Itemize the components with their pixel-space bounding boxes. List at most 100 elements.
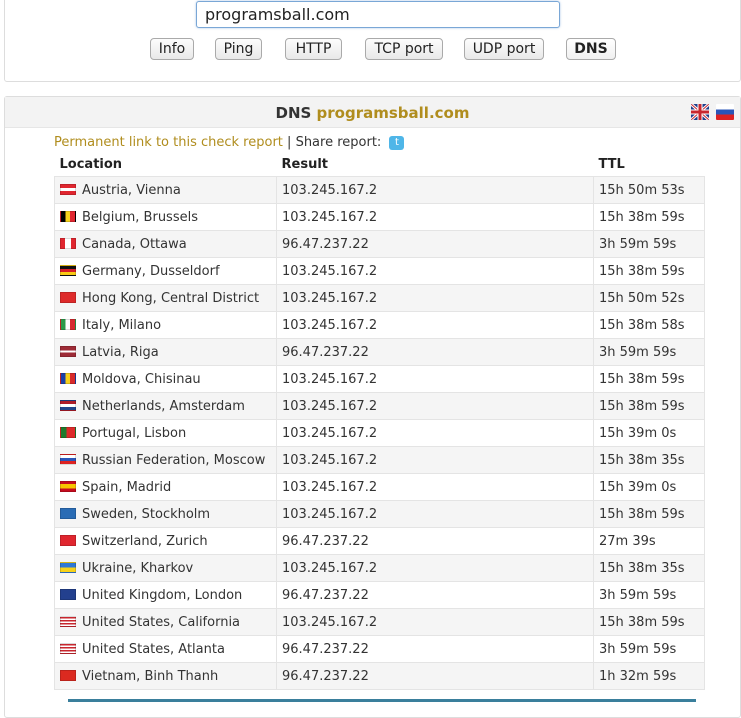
result-cell: 96.47.237.22 bbox=[276, 581, 594, 609]
ttl-cell: 15h 39m 0s bbox=[593, 419, 705, 447]
table-row: Spain, Madrid 103.245.167.2 15h 39m 0s bbox=[54, 473, 705, 501]
location-cell: Italy, Milano bbox=[54, 311, 277, 339]
location-cell: Canada, Ottawa bbox=[54, 230, 277, 258]
result-cell: 103.245.167.2 bbox=[276, 284, 594, 312]
se-flag-icon bbox=[60, 507, 76, 519]
english-flag-icon[interactable] bbox=[691, 104, 709, 120]
dns-results-table: Location Result TTL Austria, Vienna 103.2… bbox=[54, 152, 705, 690]
location-text: Latvia, Riga bbox=[82, 344, 159, 360]
report-links: Permanent link to this check report | Sh… bbox=[54, 135, 405, 150]
location-cell: Portugal, Lisbon bbox=[54, 419, 277, 447]
twitter-icon[interactable]: t bbox=[389, 135, 405, 150]
ttl-cell: 15h 38m 59s bbox=[593, 203, 705, 231]
location-cell: Germany, Dusseldorf bbox=[54, 257, 277, 285]
result-cell: 103.245.167.2 bbox=[276, 554, 594, 582]
ttl-cell: 1h 32m 59s bbox=[593, 662, 705, 690]
ping-button[interactable]: Ping bbox=[215, 38, 262, 60]
ch-flag-icon bbox=[60, 534, 76, 546]
result-cell: 96.47.237.22 bbox=[276, 338, 594, 366]
ttl-cell: 15h 39m 0s bbox=[593, 473, 705, 501]
table-row: Sweden, Stockholm 103.245.167.2 15h 38m 59… bbox=[54, 500, 705, 528]
be-flag-icon bbox=[60, 210, 76, 222]
md-flag-icon bbox=[60, 372, 76, 384]
location-text: Spain, Madrid bbox=[82, 479, 172, 495]
table-row: Russian Federation, Moscow 103.245.167.2 1… bbox=[54, 446, 705, 474]
location-text: United States, Atlanta bbox=[82, 641, 225, 657]
location-text: Hong Kong, Central District bbox=[82, 290, 260, 306]
result-cell: 103.245.167.2 bbox=[276, 608, 594, 636]
us-flag-icon bbox=[60, 642, 76, 654]
ttl-cell: 15h 38m 59s bbox=[593, 608, 705, 636]
table-row: Portugal, Lisbon 103.245.167.2 15h 39m 0s bbox=[54, 419, 705, 447]
table-row: Ukraine, Kharkov 103.245.167.2 15h 38m 35s bbox=[54, 554, 705, 582]
location-cell: Spain, Madrid bbox=[54, 473, 277, 501]
ttl-cell: 15h 38m 58s bbox=[593, 311, 705, 339]
table-row: Switzerland, Zurich 96.47.237.22 27m 39s bbox=[54, 527, 705, 555]
lv-flag-icon bbox=[60, 345, 76, 357]
location-cell: Switzerland, Zurich bbox=[54, 527, 277, 555]
permanent-link[interactable]: Permanent link to this check report bbox=[54, 135, 283, 150]
table-row: Vietnam, Binh Thanh 96.47.237.22 1h 32m 59… bbox=[54, 662, 705, 690]
pt-flag-icon bbox=[60, 426, 76, 438]
nl-flag-icon bbox=[60, 399, 76, 411]
table-row: Latvia, Riga 96.47.237.22 3h 59m 59s bbox=[54, 338, 705, 366]
location-text: Ukraine, Kharkov bbox=[82, 560, 194, 576]
at-flag-icon bbox=[60, 183, 76, 195]
russian-flag-icon[interactable] bbox=[716, 104, 734, 120]
table-row: Hong Kong, Central District 103.245.167.2… bbox=[54, 284, 705, 312]
gb-flag-icon bbox=[60, 588, 76, 600]
result-cell: 103.245.167.2 bbox=[276, 203, 594, 231]
table-row: Netherlands, Amsterdam 103.245.167.2 15h 3… bbox=[54, 392, 705, 420]
location-text: United Kingdom, London bbox=[82, 587, 243, 603]
result-cell: 96.47.237.22 bbox=[276, 527, 594, 555]
result-cell: 103.245.167.2 bbox=[276, 365, 594, 393]
header-location: Location bbox=[59, 156, 123, 172]
result-cell: 103.245.167.2 bbox=[276, 257, 594, 285]
udp-port-button[interactable]: UDP port bbox=[464, 38, 544, 60]
hk-flag-icon bbox=[60, 291, 76, 303]
table-header-row: Location Result TTL bbox=[55, 152, 705, 177]
location-cell: United Kingdom, London bbox=[54, 581, 277, 609]
ttl-cell: 3h 59m 59s bbox=[593, 338, 705, 366]
table-row: United States, California 103.245.167.2 15… bbox=[54, 608, 705, 636]
result-header: DNS programsball.com bbox=[5, 97, 740, 128]
result-cell: 96.47.237.22 bbox=[276, 230, 594, 258]
it-flag-icon bbox=[60, 318, 76, 330]
ttl-cell: 27m 39s bbox=[593, 527, 705, 555]
location-text: United States, California bbox=[82, 614, 241, 630]
result-cell: 96.47.237.22 bbox=[276, 662, 594, 690]
ua-flag-icon bbox=[60, 561, 76, 573]
share-label: Share report: bbox=[295, 135, 382, 150]
location-text: Germany, Dusseldorf bbox=[82, 263, 220, 279]
location-cell: United States, California bbox=[54, 608, 277, 636]
dns-button[interactable]: DNS bbox=[566, 38, 616, 60]
ttl-cell: 3h 59m 59s bbox=[593, 581, 705, 609]
table-row: Moldova, Chisinau 103.245.167.2 15h 38m 59… bbox=[54, 365, 705, 393]
location-text: Italy, Milano bbox=[82, 317, 162, 333]
location-text: Russian Federation, Moscow bbox=[82, 452, 266, 468]
result-cell: 103.245.167.2 bbox=[276, 473, 594, 501]
ttl-cell: 15h 38m 59s bbox=[593, 257, 705, 285]
location-text: Switzerland, Zurich bbox=[82, 533, 208, 549]
ttl-cell: 15h 50m 53s bbox=[593, 176, 705, 204]
vn-flag-icon bbox=[60, 669, 76, 681]
location-text: Austria, Vienna bbox=[82, 182, 181, 198]
result-cell: 103.245.167.2 bbox=[276, 176, 594, 204]
location-cell: Ukraine, Kharkov bbox=[54, 554, 277, 582]
ru-flag-icon bbox=[60, 453, 76, 465]
table-row: Canada, Ottawa 96.47.237.22 3h 59m 59s bbox=[54, 230, 705, 258]
result-cell: 103.245.167.2 bbox=[276, 392, 594, 420]
es-flag-icon bbox=[60, 480, 76, 492]
host-input[interactable] bbox=[196, 1, 560, 28]
location-text: Portugal, Lisbon bbox=[82, 425, 187, 441]
ttl-cell: 3h 59m 59s bbox=[593, 635, 705, 663]
tcp-port-button[interactable]: TCP port bbox=[365, 38, 443, 60]
http-button[interactable]: HTTP bbox=[285, 38, 342, 60]
de-flag-icon bbox=[60, 264, 76, 276]
us-flag-icon bbox=[60, 615, 76, 627]
info-button[interactable]: Info bbox=[150, 38, 194, 60]
table-row: Belgium, Brussels 103.245.167.2 15h 38m 59… bbox=[54, 203, 705, 231]
location-cell: Latvia, Riga bbox=[54, 338, 277, 366]
check-form-panel: Info Ping HTTP TCP port UDP port DNS bbox=[4, 0, 741, 82]
location-cell: Belgium, Brussels bbox=[54, 203, 277, 231]
